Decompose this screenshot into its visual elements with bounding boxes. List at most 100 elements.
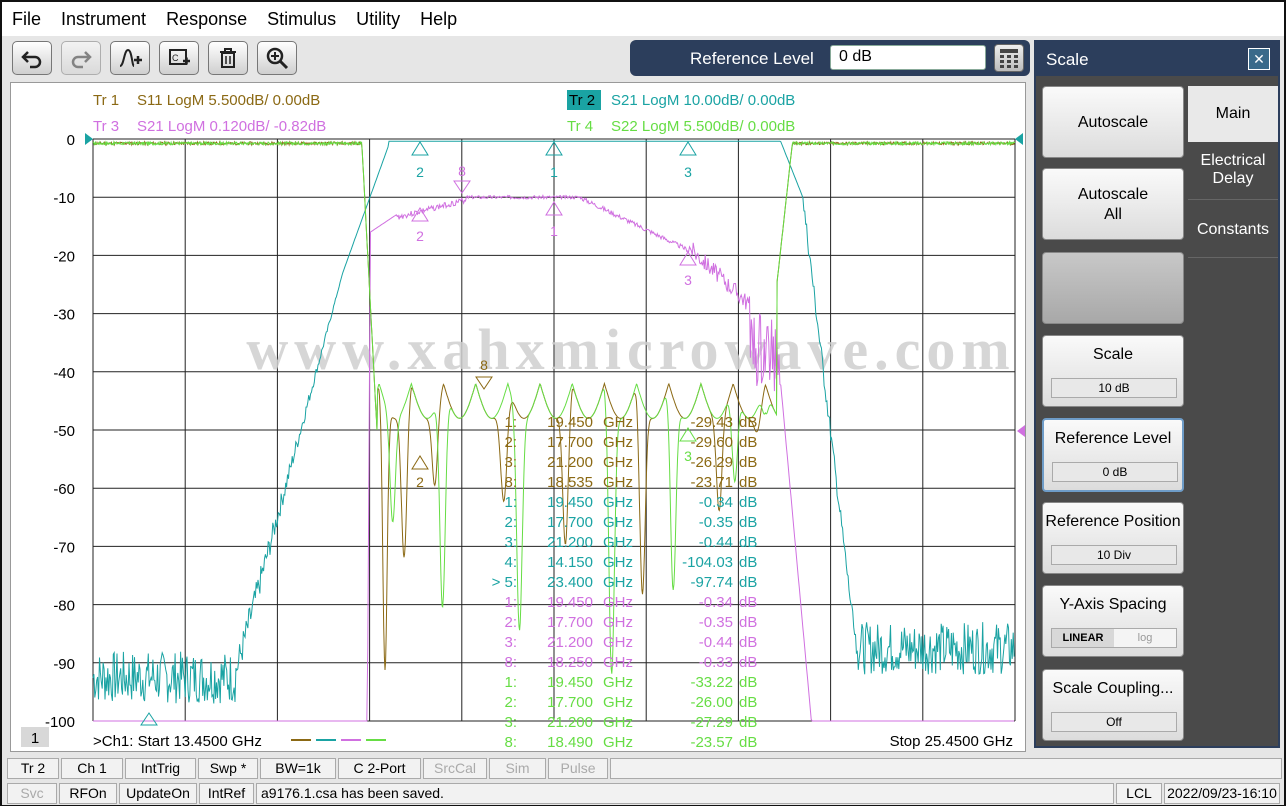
scale-button[interactable]: Scale 10 dB: [1042, 335, 1184, 407]
status-item-4[interactable]: BW=1k: [260, 758, 336, 779]
menu-utility[interactable]: Utility: [346, 9, 410, 30]
status2-item-4[interactable]: a9176.1.csa has been saved.: [256, 783, 1114, 804]
close-icon: ✕: [1253, 50, 1265, 67]
reference-position-value: 10 Div: [1051, 545, 1177, 565]
status-item-7[interactable]: Sim: [489, 758, 546, 779]
marker-value: -0.44: [699, 534, 733, 551]
marker-triangle: [140, 712, 158, 726]
status2-item-2[interactable]: UpdateOn: [119, 783, 197, 804]
marker-label: 2: [416, 474, 424, 490]
marker-unit: GHz: [603, 434, 633, 451]
add-trace-button[interactable]: C: [159, 41, 199, 75]
marker-table-row: > 5: 23.400 GHz -97.74 dB: [492, 574, 758, 591]
status2-item-0[interactable]: Svc: [7, 783, 57, 804]
marker-db-unit: dB: [739, 574, 757, 591]
app-window: File Instrument Response Stimulus Utility Hel…: [0, 0, 1286, 806]
marker-frequency: 19.450: [547, 594, 593, 611]
marker-table-row: 2: 17.700 GHz -26.00 dB: [504, 694, 757, 711]
status-item-3[interactable]: Swp *: [198, 758, 258, 779]
reference-level-input[interactable]: 0 dB: [830, 45, 986, 70]
status-item-1[interactable]: Ch 1: [61, 758, 123, 779]
marker-number: 1:: [504, 674, 517, 691]
tab-electrical-delay[interactable]: Electrical Delay: [1188, 144, 1278, 200]
marker-number: 3:: [504, 634, 517, 651]
marker-frequency: 21.200: [547, 714, 593, 731]
marker-unit: GHz: [603, 634, 633, 651]
marker-unit: GHz: [603, 454, 633, 471]
keypad-button[interactable]: [994, 44, 1024, 72]
status-item-2[interactable]: IntTrig: [125, 758, 196, 779]
measurement-plot[interactable]: 0 -10 -20 -30 -40 -50 -60 -70 -80 -90 -100 www.xahx…: [10, 82, 1026, 752]
status-item-8[interactable]: Pulse: [548, 758, 608, 779]
marker-unit: GHz: [603, 714, 633, 731]
status-item-6[interactable]: SrcCal: [423, 758, 487, 779]
marker-value: -27.29: [690, 714, 733, 731]
status-item-5[interactable]: C 2-Port: [338, 758, 421, 779]
autoscale-button[interactable]: Autoscale: [1042, 86, 1184, 158]
marker-label: 3: [684, 164, 692, 180]
undo-icon: [21, 51, 42, 69]
menu-stimulus[interactable]: Stimulus: [257, 9, 346, 30]
tab-main-label: Main: [1215, 105, 1251, 122]
status2-item-6[interactable]: 2022/09/23-16:10: [1164, 783, 1280, 804]
redo-icon: [71, 51, 92, 69]
marker-unit: GHz: [603, 554, 633, 571]
y-tick-label: -70: [53, 539, 75, 556]
reference-level-button-value: 0 dB: [1052, 462, 1178, 482]
marker-number: 2:: [504, 614, 517, 631]
marker-table-row: 3: 21.200 GHz -27.29 dB: [504, 714, 757, 731]
marker-number: 8:: [504, 734, 517, 751]
reference-position-button[interactable]: Reference Position 10 Div: [1042, 502, 1184, 574]
marker-number: 2:: [504, 434, 517, 451]
marker-value: -29.60: [690, 434, 733, 451]
marker-db-unit: dB: [739, 734, 757, 751]
marker-unit: GHz: [603, 514, 633, 531]
reference-level-button[interactable]: Reference Level 0 dB: [1042, 418, 1184, 492]
menu-file[interactable]: File: [2, 9, 51, 30]
y-axis-spacing-toggle[interactable]: LINEAR log: [1051, 628, 1177, 648]
zoom-button[interactable]: [257, 41, 297, 75]
marker-label: 3: [684, 272, 692, 288]
tab-constants[interactable]: Constants: [1188, 202, 1278, 258]
marker-db-unit: dB: [739, 654, 757, 671]
menu-response[interactable]: Response: [156, 9, 257, 30]
marker-table-row: 1: 19.450 GHz -0.34 dB: [504, 494, 757, 511]
trash-icon: [220, 48, 236, 68]
y-axis-linear-option[interactable]: LINEAR: [1052, 629, 1114, 647]
status2-item-3[interactable]: IntRef: [199, 783, 254, 804]
tab-main[interactable]: Main: [1188, 86, 1278, 142]
status-item-0[interactable]: Tr 2: [7, 758, 59, 779]
redo-button[interactable]: [61, 41, 101, 75]
menu-help[interactable]: Help: [410, 9, 467, 30]
status2-item-1[interactable]: RFOn: [59, 783, 117, 804]
close-button[interactable]: ✕: [1248, 48, 1270, 70]
marker-label: 8: [458, 163, 466, 179]
channel-number: 1: [31, 730, 39, 747]
undo-button[interactable]: [12, 41, 52, 75]
marker-value: -0.44: [699, 634, 733, 651]
marker-value: -104.03: [682, 554, 733, 571]
autoscale-all-button[interactable]: Autoscale All: [1042, 168, 1184, 240]
watermark-text: www.xahxmicrowave.com: [246, 317, 1015, 382]
marker-unit: GHz: [603, 474, 633, 491]
trace-2-label: S21 LogM 10.00dB/ 0.00dB: [611, 92, 795, 109]
marker-number: 1:: [504, 494, 517, 511]
marker-label: 2: [416, 228, 424, 244]
add-marker-button[interactable]: [110, 41, 150, 75]
marker-frequency: 17.700: [547, 614, 593, 631]
marker-db-unit: dB: [739, 514, 757, 531]
ref-arrow-pink: [1017, 425, 1025, 437]
marker-frequency: 17.700: [547, 694, 593, 711]
status2-item-5[interactable]: LCL: [1116, 783, 1162, 804]
reference-level-toolbar: Reference Level 0 dB: [630, 40, 1030, 76]
marker-unit: GHz: [603, 674, 633, 691]
scale-value: 10 dB: [1051, 378, 1177, 398]
menu-bar: File Instrument Response Stimulus Utility Hel…: [2, 2, 1284, 36]
menu-instrument[interactable]: Instrument: [51, 9, 156, 30]
delete-button[interactable]: [208, 41, 248, 75]
marker-db-unit: dB: [739, 454, 757, 471]
y-axis-log-option[interactable]: log: [1114, 629, 1176, 647]
scale-coupling-button[interactable]: Scale Coupling... Off: [1042, 669, 1184, 741]
marker-table-row: 1: 19.450 GHz -29.43 dB: [504, 414, 757, 431]
y-axis-spacing-button[interactable]: Y-Axis Spacing LINEAR log: [1042, 585, 1184, 657]
